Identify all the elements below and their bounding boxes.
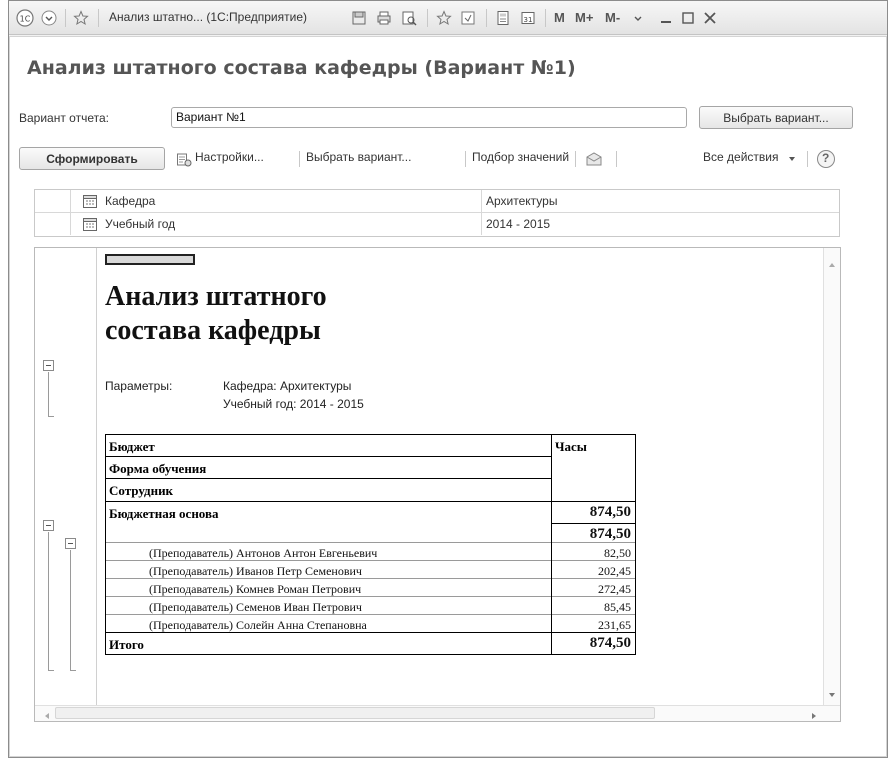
report-window: 1С Анализ штатно... (1С:Предприятие) 31 …: [8, 0, 888, 758]
send-email-icon[interactable]: [584, 149, 604, 169]
header-hours: Часы: [555, 439, 587, 454]
all-actions-dropdown-icon[interactable]: [786, 151, 798, 167]
collapse-group-icon[interactable]: [43, 520, 54, 531]
memory-button-m-plus[interactable]: M+: [575, 10, 593, 25]
report-params-label: Параметры:: [105, 379, 173, 393]
table-row-value: 272,45: [598, 582, 631, 596]
app-logo-icon[interactable]: 1С: [15, 8, 35, 28]
settings-icon: [174, 150, 194, 170]
title-bar: 1С Анализ штатно... (1С:Предприятие) 31 …: [9, 1, 887, 35]
parameter-name: Учебный год: [105, 217, 176, 231]
close-icon[interactable]: [701, 8, 719, 28]
group-name: Бюджетная основа: [109, 506, 219, 521]
report-param-line: Учебный год: 2014 - 2015: [223, 397, 364, 411]
report-title-line: Анализ штатного: [105, 281, 327, 312]
memory-button-m-minus[interactable]: M-: [605, 10, 620, 25]
horizontal-scroll-thumb[interactable]: [55, 707, 655, 719]
report-title-line: состава кафедры: [105, 315, 321, 346]
subgroup-value: 874,50: [589, 526, 631, 542]
header-form: Форма обучения: [109, 461, 207, 476]
cell-cursor: [105, 254, 195, 265]
table-row-value: 231,65: [598, 618, 631, 632]
link-icon[interactable]: [458, 8, 478, 28]
select-values-command[interactable]: Подбор значений: [472, 150, 569, 164]
collapse-subgroup-icon[interactable]: [65, 538, 76, 549]
memory-button-m[interactable]: M: [554, 10, 565, 25]
generate-button[interactable]: Сформировать: [19, 147, 165, 170]
table-row-value: 82,50: [604, 546, 631, 560]
report-spreadsheet[interactable]: Анализ штатного состава кафедры Параметр…: [34, 247, 841, 722]
choose-variant-button[interactable]: Выбрать вариант...: [699, 106, 853, 129]
scroll-up-icon[interactable]: [828, 258, 836, 272]
variant-label: Вариант отчета:: [19, 111, 109, 125]
add-favorite-icon[interactable]: [434, 8, 454, 28]
table-row: (Преподаватель) Комнев Роман Петрович: [149, 582, 362, 596]
maximize-icon[interactable]: [679, 8, 697, 28]
dropdown-arrow-icon[interactable]: [631, 8, 645, 28]
minimize-icon[interactable]: [657, 8, 675, 28]
variant-row: Вариант отчета: Вариант №1 Выбрать вариа…: [19, 106, 879, 129]
svg-text:1С: 1С: [20, 15, 31, 24]
scroll-right-icon[interactable]: [810, 709, 818, 721]
header-employee: Сотрудник: [109, 483, 174, 498]
settings-button[interactable]: Настройки...: [195, 150, 264, 164]
main-menu-icon[interactable]: [39, 8, 59, 28]
form-title: Анализ штатного состава кафедры (Вариант…: [27, 57, 576, 79]
parameters-table: Кафедра Архитектуры Учебный год 2014 - 2…: [34, 189, 840, 237]
collapse-header-icon[interactable]: [43, 360, 54, 371]
parameter-row[interactable]: Кафедра Архитектуры: [35, 190, 839, 213]
table-row: (Преподаватель) Семенов Иван Петрович: [149, 600, 362, 614]
calculator-icon[interactable]: [493, 8, 513, 28]
total-value: 874,50: [589, 635, 631, 651]
vertical-scrollbar[interactable]: [823, 248, 840, 706]
command-bar: Сформировать Настройки... Выбрать вариан…: [19, 146, 879, 172]
window-title: Анализ штатно... (1С:Предприятие): [109, 10, 307, 24]
all-actions-menu[interactable]: Все действия: [703, 150, 778, 164]
report-param-line: Кафедра: Архитектуры: [223, 379, 352, 393]
parameter-value[interactable]: 2014 - 2015: [486, 217, 550, 231]
total-name: Итого: [109, 637, 144, 652]
favorite-star-icon[interactable]: [71, 8, 91, 28]
help-mark: ?: [822, 151, 830, 165]
table-row-value: 202,45: [598, 564, 631, 578]
variant-input[interactable]: Вариант №1: [171, 107, 687, 128]
scroll-down-icon[interactable]: [828, 688, 836, 702]
parameter-row[interactable]: Учебный год 2014 - 2015: [35, 213, 839, 236]
choose-variant-command[interactable]: Выбрать вариант...: [306, 150, 411, 164]
print-preview-icon[interactable]: [399, 8, 419, 28]
parameter-value[interactable]: Архитектуры: [486, 194, 557, 208]
scroll-left-icon[interactable]: [43, 709, 51, 721]
table-row: (Преподаватель) Солейн Анна Степановна: [149, 618, 367, 632]
grouping-column: [35, 248, 97, 706]
save-icon[interactable]: [349, 8, 369, 28]
horizontal-scrollbar[interactable]: [35, 705, 840, 721]
table-row-value: 85,45: [604, 600, 631, 614]
print-icon[interactable]: [374, 8, 394, 28]
group-value: 874,50: [589, 504, 631, 520]
parameter-calendar-icon: [82, 193, 98, 212]
form-content: Анализ штатного состава кафедры (Вариант…: [9, 36, 887, 757]
parameter-name: Кафедра: [105, 194, 156, 208]
table-row: (Преподаватель) Иванов Петр Семенович: [149, 564, 362, 578]
parameter-calendar-icon: [82, 216, 98, 235]
header-budget: Бюджет: [109, 439, 155, 454]
table-row: (Преподаватель) Антонов Антон Евгеньевич: [149, 546, 378, 560]
svg-text:31: 31: [524, 16, 533, 24]
report-title: Анализ штатного состава кафедры: [105, 280, 327, 348]
calendar-icon[interactable]: 31: [518, 8, 538, 28]
